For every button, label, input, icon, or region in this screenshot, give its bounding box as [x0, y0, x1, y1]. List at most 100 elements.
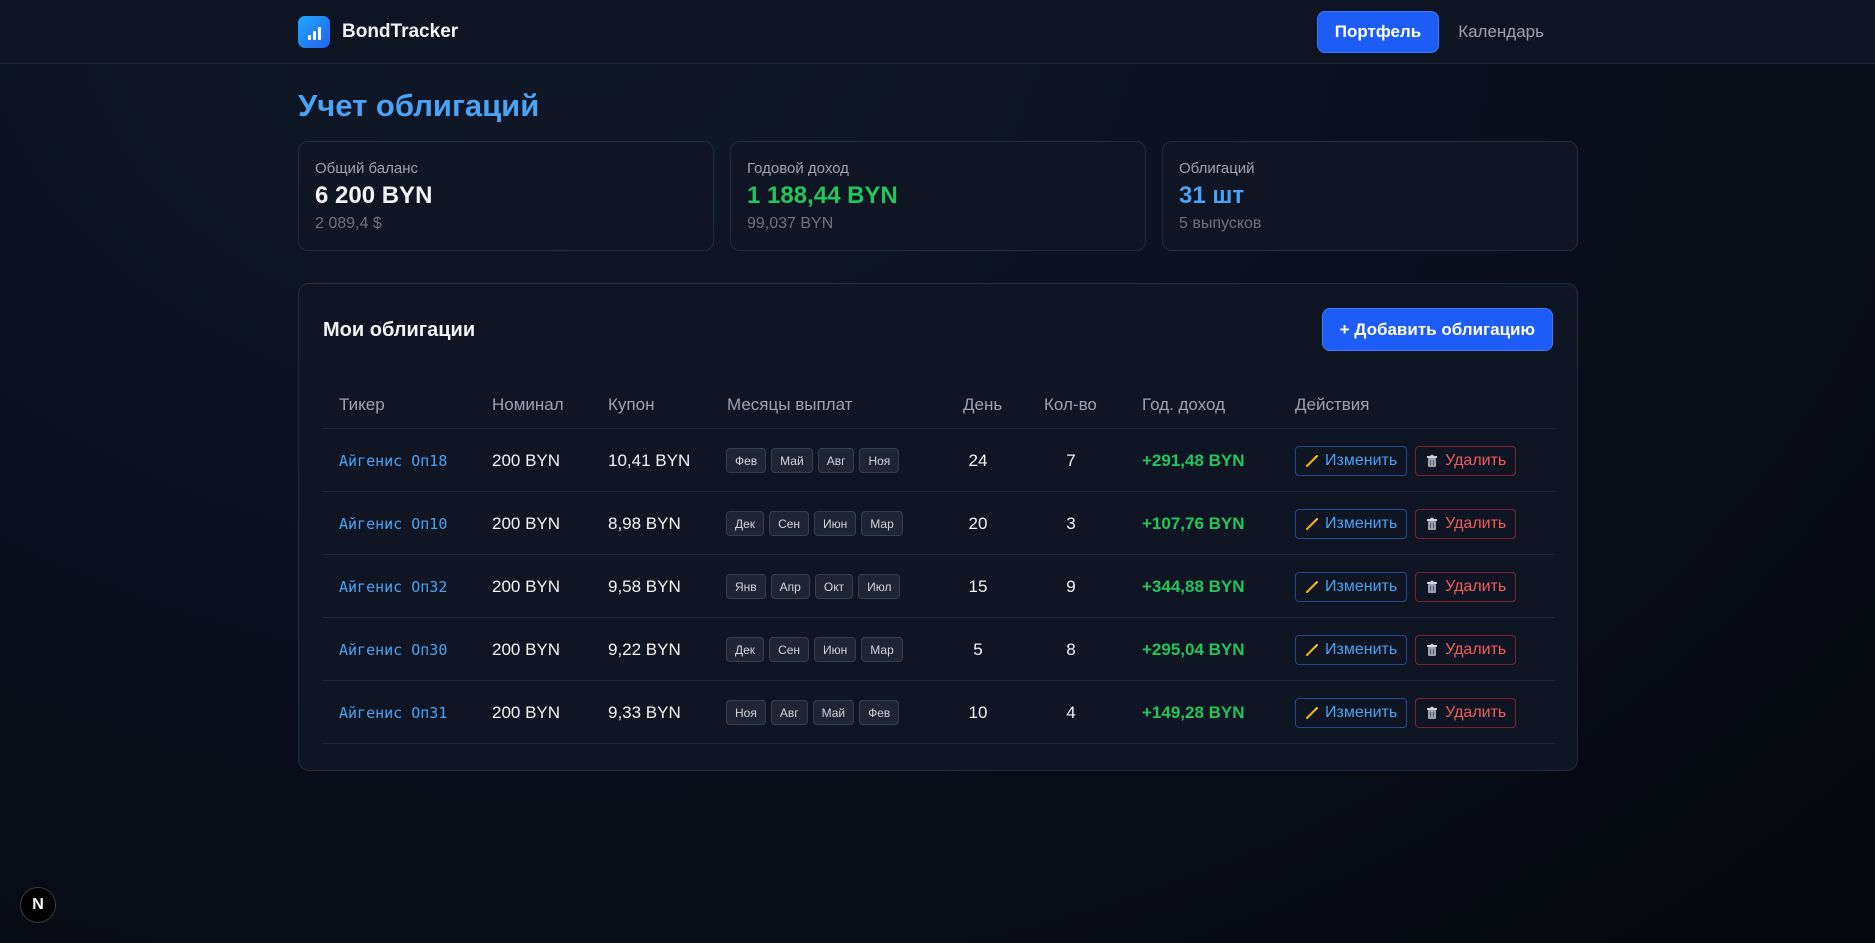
payment-month-tag: Июл [858, 574, 901, 599]
nominal-cell: 200 BYN [492, 702, 561, 722]
payment-month-tag: Авг [770, 700, 808, 725]
quantity-cell: 8 [1066, 639, 1076, 659]
column-header: Действия [1295, 395, 1370, 414]
nominal-cell: 200 BYN [492, 576, 561, 596]
bonds-table: Тикер Номинал Купон Месяцы выплат День К… [323, 381, 1555, 744]
stat-subvalue: 99,037 BYN [747, 215, 834, 232]
payment-months: Янв Апр Окт Июл [726, 574, 901, 599]
column-header: День [963, 395, 1003, 414]
payment-month-tag: Ноя [726, 700, 766, 725]
annual-income-cell: +291,48 BYN [1142, 450, 1245, 470]
edit-label: Изменить [1325, 703, 1398, 721]
delete-label: Удалить [1445, 640, 1507, 658]
add-bond-button[interactable]: + Добавить облигацию [1321, 308, 1553, 351]
coupon-cell: 9,22 BYN [608, 639, 681, 659]
coupon-cell: 9,58 BYN [608, 576, 681, 596]
stat-subvalue: 5 выпусков [1179, 215, 1262, 232]
column-header: Кол-во [1044, 395, 1097, 414]
brand[interactable]: BondTracker [298, 15, 458, 48]
stat-label: Облигаций [1179, 160, 1255, 177]
nav-portfolio-button[interactable]: Портфель [1316, 11, 1440, 53]
payment-month-tag: Мар [861, 637, 903, 662]
payment-month-tag: Июн [814, 511, 857, 536]
delete-button[interactable]: Удалить [1415, 634, 1517, 665]
pencil-icon [1305, 580, 1319, 594]
annual-income-cell: +344,88 BYN [1142, 576, 1245, 596]
bonds-panel: Мои облигации + Добавить облигацию Тикер… [298, 283, 1578, 771]
quantity-cell: 7 [1066, 450, 1076, 470]
delete-label: Удалить [1445, 703, 1507, 721]
brand-name: BondTracker [342, 20, 459, 42]
main-nav: Портфель Календарь [1316, 11, 1561, 53]
bar-chart-logo-icon [298, 15, 330, 48]
ticker-link[interactable]: Айгенис Оп32 [339, 555, 447, 618]
payment-month-tag: Авг [817, 448, 855, 473]
payment-months: Дек Сен Июн Мар [726, 511, 903, 536]
framework-badge[interactable]: N [20, 887, 56, 923]
payment-month-tag: Апр [770, 574, 810, 599]
payment-month-tag: Май [812, 700, 855, 725]
payment-month-tag: Окт [814, 574, 854, 599]
stat-subvalue: 2 089,4 $ [315, 215, 382, 232]
stat-value: 31 шт [1179, 182, 1245, 209]
column-header: Месяцы выплат [727, 395, 853, 414]
stat-card-annual-income: Годовой доход 1 188,44 BYN 99,037 BYN [730, 141, 1146, 251]
table-row: Айгенис Оп10 200 BYN 8,98 BYN Дек Сен Июн Мар 2… [323, 492, 1555, 555]
stat-label: Годовой доход [747, 160, 849, 177]
edit-label: Изменить [1325, 640, 1398, 658]
delete-button[interactable]: Удалить [1415, 445, 1517, 476]
payment-month-tag: Дек [726, 511, 765, 536]
payment-month-tag: Фев [726, 448, 767, 473]
nav-calendar-link[interactable]: Календарь [1441, 11, 1561, 53]
column-header: Тикер [339, 395, 385, 414]
coupon-cell: 10,41 BYN [608, 450, 691, 470]
pencil-icon [1305, 517, 1319, 531]
table-header: Тикер Номинал Купон Месяцы выплат День К… [323, 381, 1555, 429]
annual-income-cell: +295,04 BYN [1142, 639, 1245, 659]
trash-icon [1425, 454, 1439, 468]
ticker-link[interactable]: Айгенис Оп10 [339, 492, 447, 555]
top-nav-bar: BondTracker Портфель Календарь [0, 0, 1875, 64]
nominal-cell: 200 BYN [492, 450, 561, 470]
ticker-link[interactable]: Айгенис Оп31 [339, 681, 447, 744]
trash-icon [1425, 517, 1439, 531]
quantity-cell: 4 [1066, 702, 1076, 722]
annual-income-cell: +107,76 BYN [1142, 513, 1245, 533]
payment-month-tag: Дек [726, 637, 765, 662]
table-row: Айгенис Оп18 200 BYN 10,41 BYN Фев Май Авг Ноя… [323, 429, 1555, 492]
pencil-icon [1305, 706, 1319, 720]
quantity-cell: 3 [1066, 513, 1076, 533]
table-row: Айгенис Оп30 200 BYN 9,22 BYN Дек Сен Июн Мар 5… [323, 618, 1555, 681]
delete-label: Удалить [1445, 514, 1507, 532]
edit-button[interactable]: Изменить [1295, 634, 1408, 665]
stat-card-bond-count: Облигаций 31 шт 5 выпусков [1162, 141, 1578, 251]
stat-value: 6 200 BYN [315, 182, 433, 209]
stat-value: 1 188,44 BYN [747, 182, 898, 209]
ticker-link[interactable]: Айгенис Оп30 [339, 618, 447, 681]
payment-month-tag: Май [771, 448, 813, 473]
payment-month-tag: Янв [726, 574, 766, 599]
trash-icon [1425, 706, 1439, 720]
ticker-link[interactable]: Айгенис Оп18 [339, 429, 447, 492]
edit-button[interactable]: Изменить [1295, 445, 1408, 476]
edit-button[interactable]: Изменить [1295, 697, 1408, 728]
table-body: Айгенис Оп18 200 BYN 10,41 BYN Фев Май Авг Ноя… [323, 429, 1555, 744]
coupon-cell: 9,33 BYN [608, 702, 681, 722]
edit-button[interactable]: Изменить [1295, 508, 1408, 539]
edit-label: Изменить [1325, 577, 1398, 595]
page-title: Учет облигаций [298, 88, 540, 123]
payment-month-tag: Ноя [859, 448, 900, 473]
payment-month-tag: Сен [769, 637, 810, 662]
edit-label: Изменить [1325, 451, 1398, 469]
delete-button[interactable]: Удалить [1415, 697, 1517, 728]
delete-label: Удалить [1445, 577, 1507, 595]
column-header: Купон [608, 395, 655, 414]
delete-button[interactable]: Удалить [1415, 508, 1517, 539]
payment-months: Дек Сен Июн Мар [726, 637, 903, 662]
edit-button[interactable]: Изменить [1295, 571, 1408, 602]
nominal-cell: 200 BYN [492, 513, 561, 533]
payment-month-tag: Мар [861, 511, 903, 536]
payment-month-tag: Июн [814, 637, 857, 662]
pencil-icon [1305, 643, 1319, 657]
delete-button[interactable]: Удалить [1415, 571, 1517, 602]
